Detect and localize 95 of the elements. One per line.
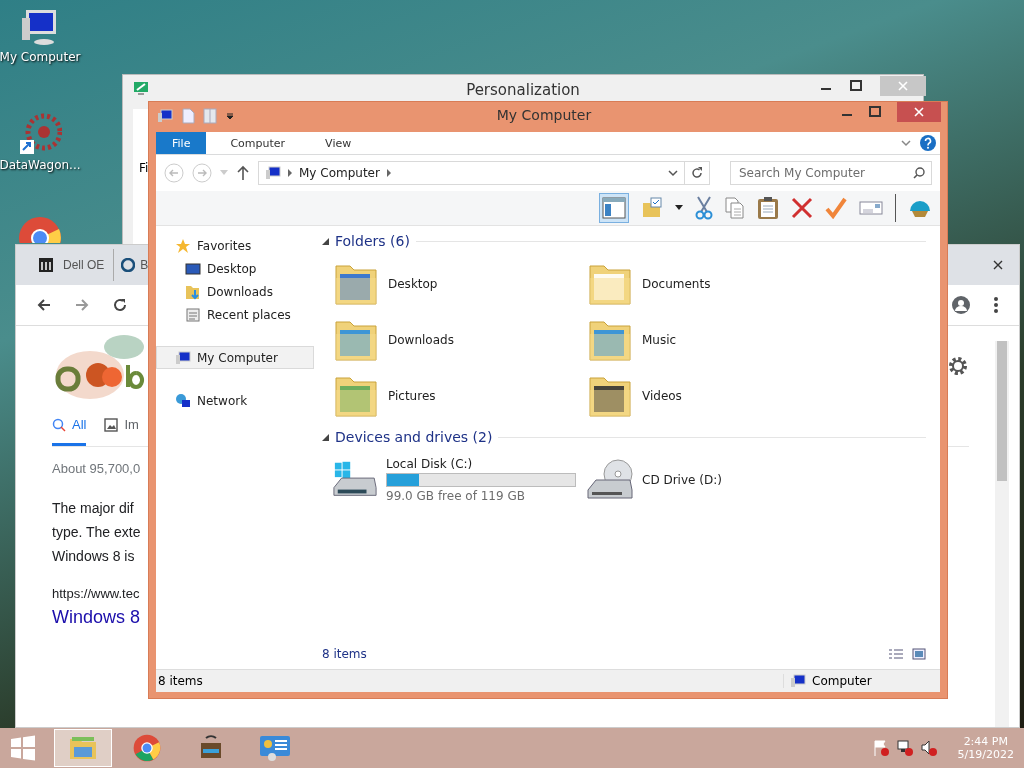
network-icon[interactable] [895, 739, 914, 757]
building-icon [38, 257, 54, 273]
computer-icon [265, 166, 281, 180]
details-view-icon[interactable] [888, 648, 904, 660]
chevron-right-icon [287, 169, 293, 177]
nav-item[interactable]: Recent places [156, 303, 314, 326]
drive-or-folder-item[interactable]: Documents [586, 256, 830, 312]
nav-item[interactable]: Favorites [156, 234, 314, 257]
reload-icon[interactable] [112, 297, 128, 313]
collapse-triangle-icon[interactable] [322, 433, 329, 441]
drive-or-folder-item[interactable]: CD Drive (D:) [586, 452, 830, 508]
browser-tab[interactable]: Dell OE [38, 249, 105, 281]
windows-logo-icon[interactable] [10, 735, 36, 761]
up-arrow-icon[interactable] [236, 165, 250, 181]
refresh-icon[interactable] [690, 166, 704, 180]
dropdown-icon[interactable] [225, 111, 235, 121]
taskbar-app-button[interactable] [54, 729, 112, 767]
download-folder-icon [185, 283, 201, 300]
search-tab[interactable]: All [52, 406, 87, 446]
snippet-text: type. The exte [52, 523, 141, 542]
result-url: https://www.tec [52, 586, 140, 601]
chrome-icon[interactable] [133, 734, 161, 762]
star-icon [175, 237, 191, 254]
address-bar[interactable]: My Computer [258, 161, 710, 185]
drive-or-folder-item[interactable]: Pictures [332, 368, 576, 424]
scrollbar[interactable] [995, 341, 1009, 727]
caret-icon[interactable] [675, 205, 683, 211]
collapse-triangle-icon[interactable] [322, 237, 329, 245]
document-icon[interactable] [181, 108, 195, 124]
group-title[interactable]: Devices and drives (2) [335, 429, 493, 445]
globe-computer-icon [175, 392, 191, 409]
menu-icon[interactable] [993, 296, 999, 314]
desktop-icon-label[interactable]: DataWagon... [0, 158, 81, 172]
nav-item[interactable]: Downloads [156, 280, 314, 303]
drive-or-folder-item[interactable]: Music [586, 312, 830, 368]
chevron-down-icon[interactable] [900, 137, 912, 149]
checkmark-icon[interactable] [825, 197, 847, 219]
large-icons-view-icon[interactable] [912, 648, 926, 660]
ribbon-tab[interactable]: View [309, 132, 368, 154]
search-icon [913, 167, 925, 179]
circle-logo-icon [121, 258, 136, 272]
folder-checkbox-icon[interactable] [641, 197, 663, 219]
forward-arrow-icon[interactable] [74, 297, 90, 313]
snippet-text: Windows 8 is [52, 547, 135, 566]
drive-or-folder-item[interactable]: Desktop [332, 256, 576, 312]
delete-x-icon[interactable] [791, 197, 813, 219]
group-title[interactable]: Folders (6) [335, 233, 410, 249]
item-count: 8 items [322, 647, 367, 661]
desktop-icon-label[interactable]: My Computer [0, 50, 81, 64]
drive-or-folder-item[interactable]: Local Disk (C:) 99.0 GB free of 119 GB [332, 452, 576, 508]
card-icon[interactable] [859, 199, 883, 217]
drive-or-folder-item[interactable]: Videos [586, 368, 830, 424]
ribbon-tab[interactable]: File [156, 132, 207, 154]
monitor-icon [133, 81, 149, 97]
chevron-down-icon[interactable] [668, 169, 678, 177]
window-title: Personalization [466, 81, 580, 99]
document-icon [185, 306, 201, 323]
clipboard-icon[interactable] [757, 196, 779, 220]
avatar-icon[interactable] [951, 295, 971, 315]
speaker-icon[interactable] [919, 739, 938, 757]
cd-drive-icon [586, 458, 634, 502]
copy-icon[interactable] [725, 197, 745, 219]
drive-or-folder-item[interactable]: Downloads [332, 312, 576, 368]
result-title-link[interactable]: Windows 8 [52, 607, 141, 628]
result-count: About 95,700,0 [52, 461, 141, 476]
help-icon[interactable] [920, 135, 936, 151]
image-icon [104, 417, 119, 432]
computer-icon[interactable] [157, 109, 173, 123]
settings-icon[interactable] [947, 355, 969, 377]
gear-shortcut-icon[interactable] [18, 112, 62, 156]
nav-item[interactable]: My Computer [156, 346, 314, 369]
search-tab[interactable]: Im [104, 406, 139, 446]
window-title: My Computer [495, 107, 593, 123]
maximize-icon[interactable] [850, 80, 862, 92]
ribbon-tab[interactable]: Computer [214, 132, 302, 154]
close-icon[interactable] [993, 260, 1003, 270]
back-arrow-icon[interactable] [36, 297, 52, 313]
search-icon [52, 417, 66, 432]
maximize-icon[interactable] [869, 106, 881, 118]
scrollbar-thumb[interactable] [997, 341, 1007, 481]
nav-item[interactable]: Network [156, 389, 314, 412]
nav-item[interactable]: Desktop [156, 257, 314, 280]
chevron-right-icon [385, 169, 392, 177]
status-text: Computer [812, 674, 872, 688]
flag-icon[interactable] [871, 739, 890, 757]
toolbox-icon[interactable] [198, 735, 224, 761]
monitor-icon [185, 261, 201, 276]
computer-icon [790, 674, 806, 688]
computer-icon [175, 350, 191, 365]
control-panel-icon[interactable] [258, 734, 292, 762]
scissors-icon[interactable] [695, 196, 713, 220]
menu-text: Fi [139, 161, 149, 175]
search-field[interactable]: Search My Computer [730, 161, 932, 185]
status-text: 8 items [157, 674, 204, 688]
snippet-text: The major dif [52, 499, 134, 518]
